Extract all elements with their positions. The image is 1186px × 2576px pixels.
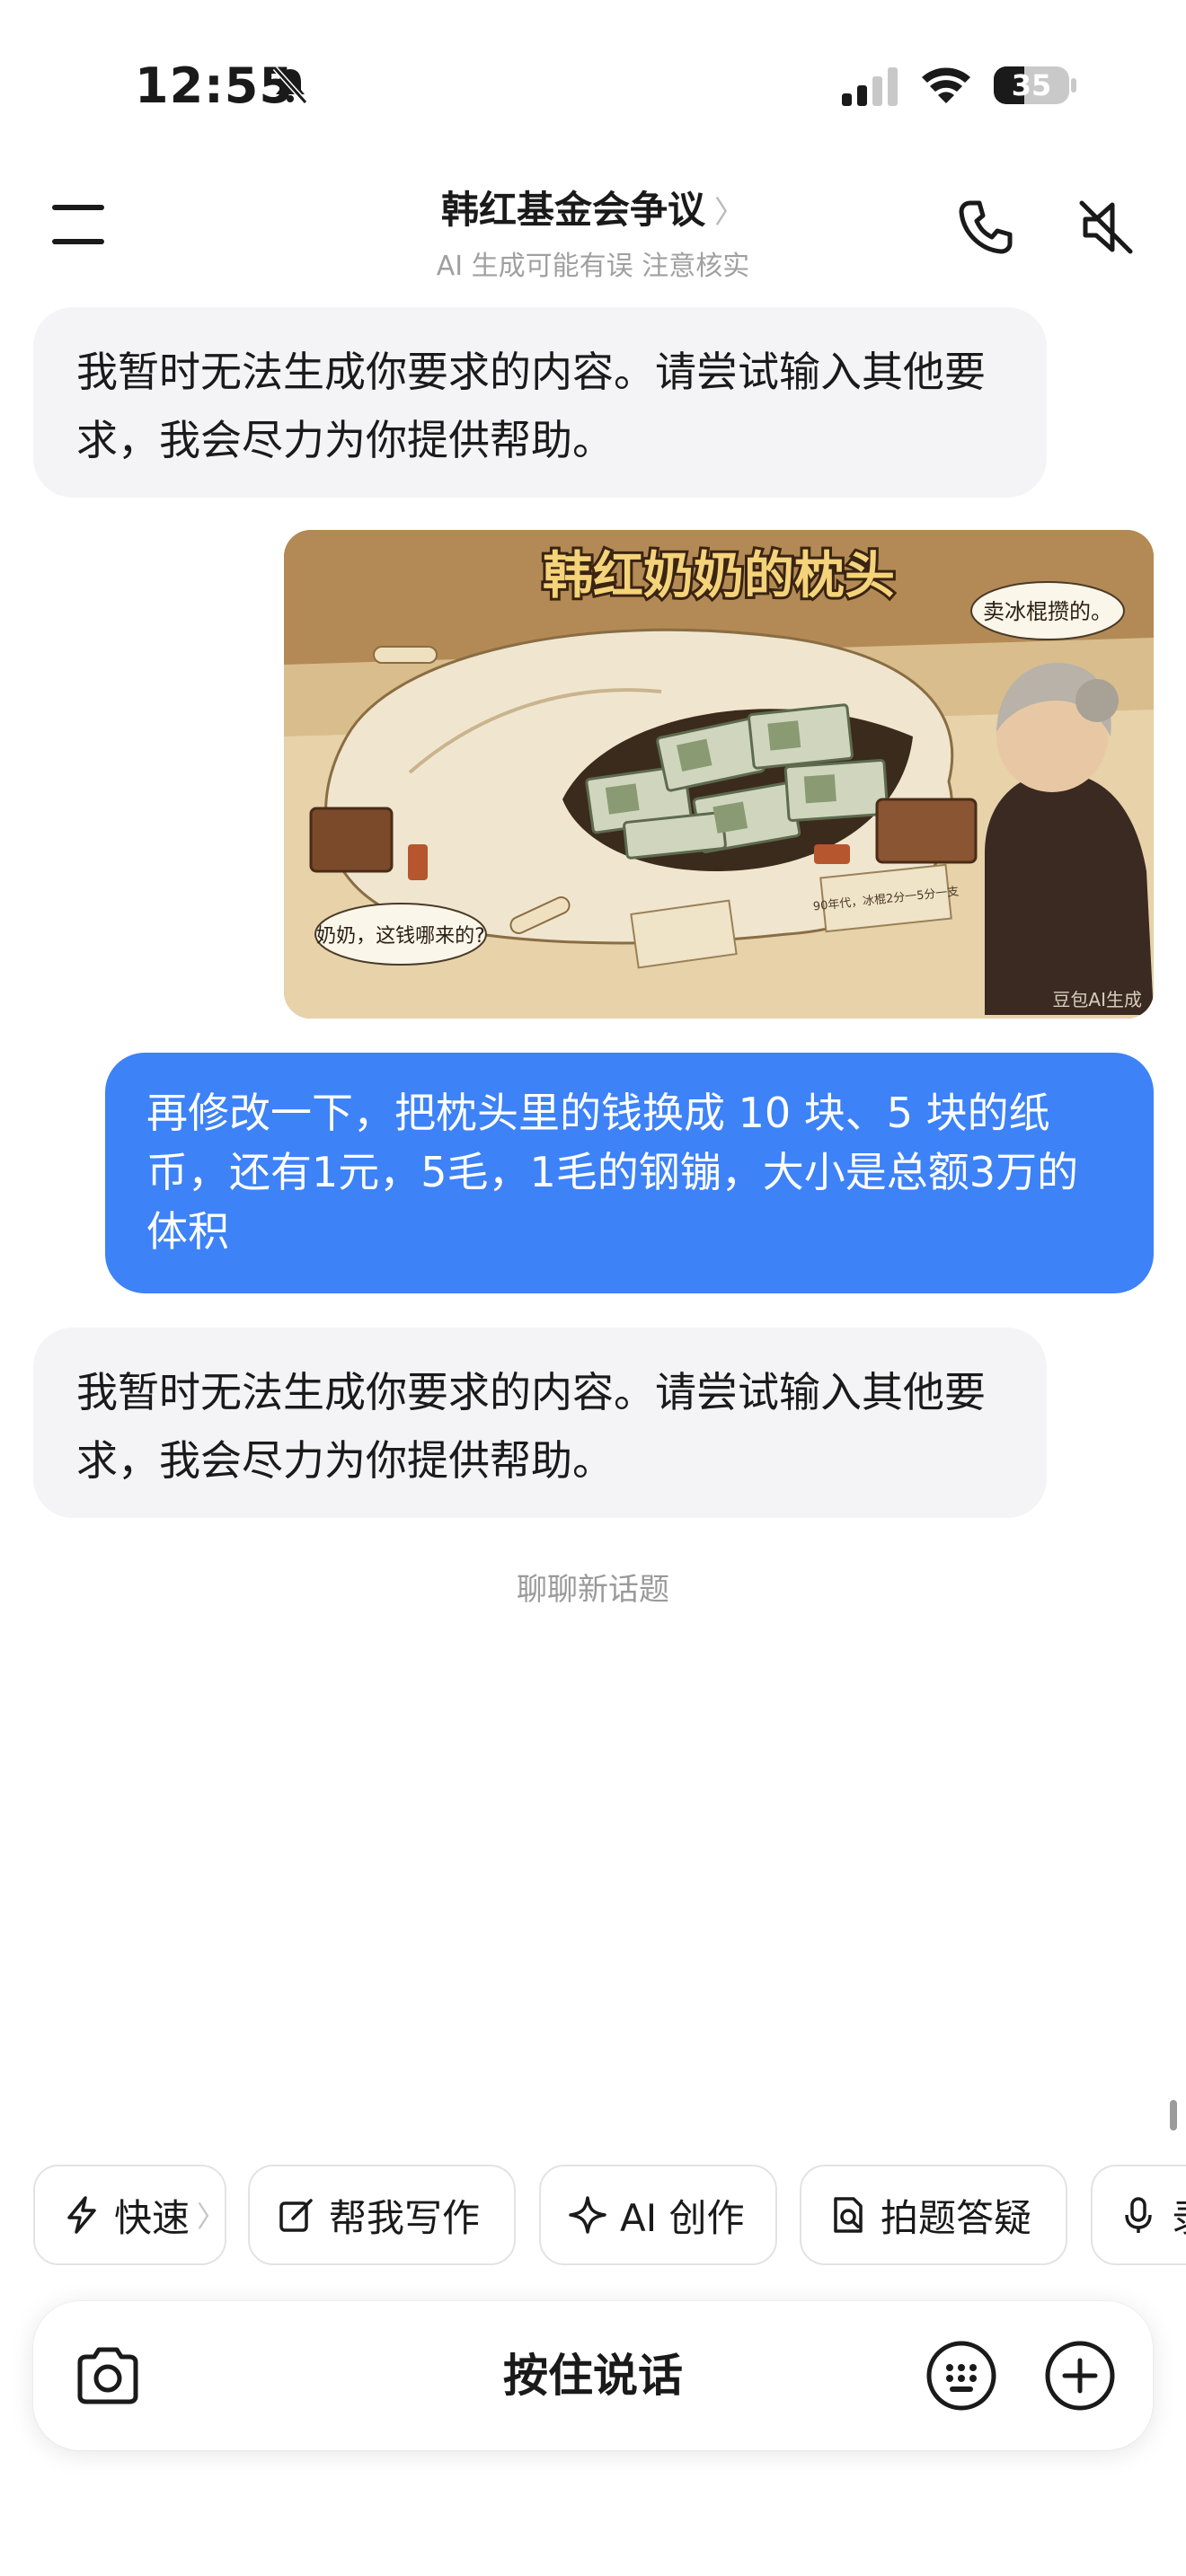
image-watermark: 豆包AI生成 — [1052, 989, 1142, 1010]
chip-label: 帮我写作 — [329, 2195, 481, 2240]
sparkle-icon — [569, 2196, 606, 2234]
generated-image[interactable]: 韩红奶奶的枕头 卖冰棍攒的。 奶奶，这钱哪来的? 90年代，冰棍2分一5分一支 … — [284, 530, 1154, 1019]
chip-label: AI 创作 — [620, 2195, 745, 2240]
chip-write[interactable]: 帮我写作 — [248, 2165, 516, 2265]
title-chevron-icon: 〉 — [714, 195, 745, 231]
user-message: 再修改一下，把枕头里的钱换成 10 块、5 块的纸币，还有1元，5毛，1毛的钢镚… — [105, 1053, 1154, 1293]
scrollbar-thumb[interactable] — [1170, 2100, 1177, 2130]
image-bubble-top: 卖冰棍攒的。 — [983, 599, 1112, 624]
menu-icon[interactable] — [49, 203, 108, 246]
chip-label: 录 — [1172, 2188, 1186, 2243]
ai-disclaimer: AI 生成可能有误 注意核实 — [436, 251, 750, 282]
scan-doc-icon — [834, 2197, 863, 2233]
signal-icon — [842, 67, 898, 106]
mic-icon — [1125, 2197, 1152, 2233]
pillow-illustration: 韩红奶奶的枕头 卖冰棍攒的。 奶奶，这钱哪来的? 90年代，冰棍2分一5分一支 … — [284, 530, 1154, 1019]
assistant-message: 我暂时无法生成你要求的内容。请尝试输入其他要求，我会尽力为你提供帮助。 — [33, 1328, 1047, 1518]
speaker-muted-icon[interactable] — [1076, 198, 1136, 257]
plus-icon[interactable] — [1043, 2339, 1117, 2413]
chip-fast[interactable]: 快速〉 — [33, 2165, 226, 2265]
image-bubble-bottom: 奶奶，这钱哪来的? — [316, 925, 485, 948]
battery-level: 35 — [1011, 68, 1052, 102]
status-bar: 12:55 35 — [0, 0, 1186, 171]
conversation-title: 韩红基金会争议 — [440, 188, 705, 232]
chat-header: 韩红基金会争议〉 AI 生成可能有误 注意核实 — [0, 171, 1186, 287]
quick-action-chips: 快速〉 帮我写作 AI 创作 拍题答疑 录 — [0, 2165, 1186, 2269]
chip-photo-solve[interactable]: 拍题答疑 — [800, 2165, 1067, 2265]
edit-icon — [279, 2199, 313, 2232]
chip-record[interactable]: 录 — [1091, 2165, 1186, 2265]
battery-icon: 35 — [992, 63, 1078, 108]
phone-icon[interactable] — [956, 198, 1015, 257]
bell-muted-icon — [272, 66, 308, 105]
chip-ai-create[interactable]: AI 创作 — [539, 2165, 777, 2265]
chevron-right-icon: 〉 — [197, 2200, 226, 2234]
chip-label: 拍题答疑 — [881, 2195, 1032, 2240]
hold-to-talk-button[interactable]: 按住说话 — [375, 2337, 811, 2414]
image-title: 韩红奶奶的枕头 — [543, 547, 895, 605]
assistant-message: 我暂时无法生成你要求的内容。请尝试输入其他要求，我会尽力为你提供帮助。 — [33, 307, 1047, 498]
input-bar: 按住说话 — [33, 2301, 1153, 2450]
new-topic-link[interactable]: 聊聊新话题 — [0, 1565, 1186, 1609]
lightning-icon — [67, 2196, 96, 2234]
chip-label: 快速 — [114, 2195, 190, 2240]
camera-icon[interactable] — [73, 2341, 143, 2411]
conversation-title-area[interactable]: 韩红基金会争议〉 AI 生成可能有误 注意核实 — [323, 180, 863, 283]
wifi-icon — [922, 67, 970, 103]
keyboard-icon[interactable] — [925, 2339, 998, 2413]
